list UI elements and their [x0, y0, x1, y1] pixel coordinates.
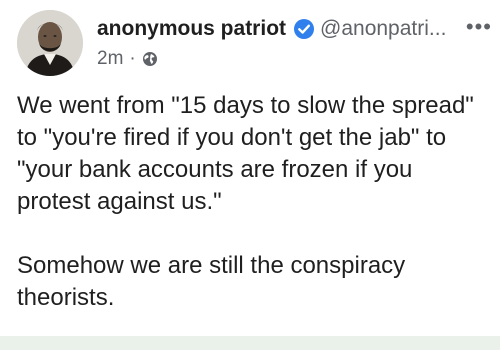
post-timestamp[interactable]: 2m	[97, 48, 123, 70]
verified-badge-icon	[293, 18, 315, 40]
post-header: anonymous patriot @anonpatri... ••• 2m ·	[97, 14, 500, 74]
author-row: anonymous patriot @anonpatri...	[97, 14, 500, 44]
portrait-avatar-icon	[17, 10, 83, 76]
post-card: anonymous patriot @anonpatri... ••• 2m ·	[0, 0, 500, 350]
post-paragraph: We went from "15 days to slow the spread…	[17, 92, 474, 215]
post-meta: 2m ·	[97, 47, 500, 71]
globe-icon	[142, 51, 158, 67]
meta-separator: ·	[129, 48, 136, 69]
display-name[interactable]: anonymous patriot	[97, 17, 286, 41]
author-handle[interactable]: @anonpatri...	[320, 17, 446, 41]
bottom-divider	[0, 336, 500, 350]
post-body: We went from "15 days to slow the spread…	[17, 90, 492, 314]
post-paragraph: Somehow we are still the conspiracy theo…	[17, 252, 406, 311]
more-options-icon[interactable]: •••	[466, 16, 492, 38]
avatar[interactable]	[17, 10, 83, 76]
